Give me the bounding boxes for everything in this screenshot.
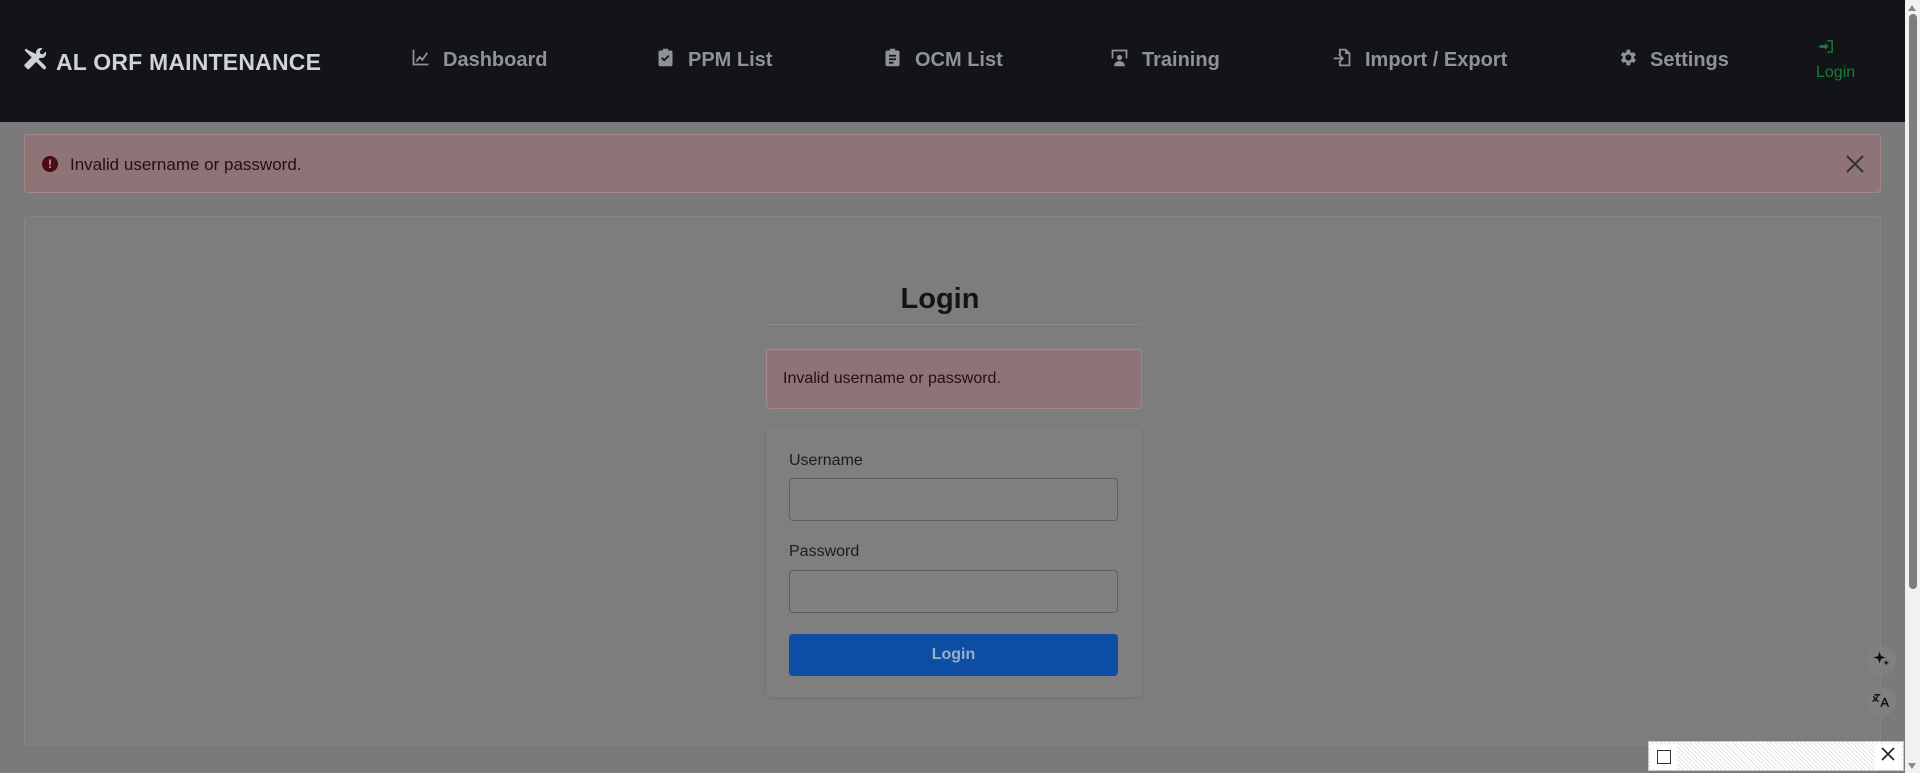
nav-item-ocm-list[interactable]: OCM List — [882, 47, 1003, 74]
nav-item-label: OCM List — [915, 49, 1003, 71]
chalkboard-teacher-icon — [1109, 47, 1130, 74]
close-icon[interactable] — [1844, 153, 1866, 175]
username-input[interactable] — [789, 478, 1118, 521]
username-label: Username — [789, 452, 863, 469]
nav-item-settings[interactable]: Settings — [1617, 47, 1729, 74]
form-error-message: Invalid username or password. — [783, 370, 1001, 387]
tools-icon — [22, 46, 48, 78]
login-form: Username Password Login — [766, 427, 1142, 697]
password-input[interactable] — [789, 570, 1118, 613]
vertical-scrollbar[interactable] — [1905, 0, 1920, 773]
gear-icon — [1617, 47, 1638, 74]
nav-item-label: Settings — [1650, 49, 1729, 71]
nav-item-label: Training — [1142, 49, 1220, 71]
close-overlay-button[interactable] — [1875, 744, 1901, 769]
title-divider — [766, 324, 1142, 325]
top-navbar: AL ORF MAINTENANCE Dashboard PPM List OC… — [0, 0, 1905, 122]
login-submit-button[interactable]: Login — [789, 634, 1118, 676]
translate-icon — [1872, 691, 1890, 714]
maximize-button[interactable] — [1651, 744, 1677, 769]
brand-title: AL ORF MAINTENANCE — [56, 48, 322, 75]
scroll-down-arrow-icon[interactable] — [1908, 763, 1916, 769]
sparkle-icon — [1872, 650, 1890, 673]
password-label: Password — [789, 543, 860, 560]
scroll-thumb[interactable] — [1909, 14, 1917, 589]
nav-item-label: Import / Export — [1365, 49, 1508, 71]
alert-message: Invalid username or password. — [70, 155, 302, 174]
chart-line-icon — [410, 47, 431, 74]
brand-link[interactable]: AL ORF MAINTENANCE — [22, 46, 321, 78]
nav-login-label: Login — [1816, 64, 1856, 81]
clipboard-list-icon — [882, 47, 903, 74]
nav-item-import-export[interactable]: Import / Export — [1332, 47, 1507, 74]
clipboard-check-icon — [655, 47, 676, 74]
ai-assistant-button[interactable] — [1866, 646, 1896, 676]
nav-item-label: Dashboard — [443, 49, 548, 71]
page-title: Login — [900, 283, 980, 315]
nav-item-ppm-list[interactable]: PPM List — [655, 47, 772, 74]
translate-button[interactable] — [1866, 687, 1896, 717]
file-import-icon — [1332, 47, 1353, 74]
nav-item-training[interactable]: Training — [1109, 47, 1220, 74]
nav-item-label: PPM List — [688, 49, 773, 71]
close-icon — [1880, 746, 1896, 767]
square-icon — [1657, 749, 1671, 764]
form-error-alert: Invalid username or password. — [766, 349, 1142, 409]
nav-item-dashboard[interactable]: Dashboard — [410, 47, 547, 74]
main-content-card: Login Invalid username or password. User… — [24, 216, 1881, 746]
overlay-mini-toolbar — [1648, 741, 1904, 771]
sign-in-icon — [1816, 38, 1835, 60]
error-alert-banner: ! Invalid username or password. — [24, 134, 1881, 193]
scroll-up-arrow-icon[interactable] — [1908, 5, 1916, 11]
nav-login-link[interactable]: Login — [1816, 38, 1866, 82]
exclamation-circle-icon: ! — [42, 156, 58, 172]
